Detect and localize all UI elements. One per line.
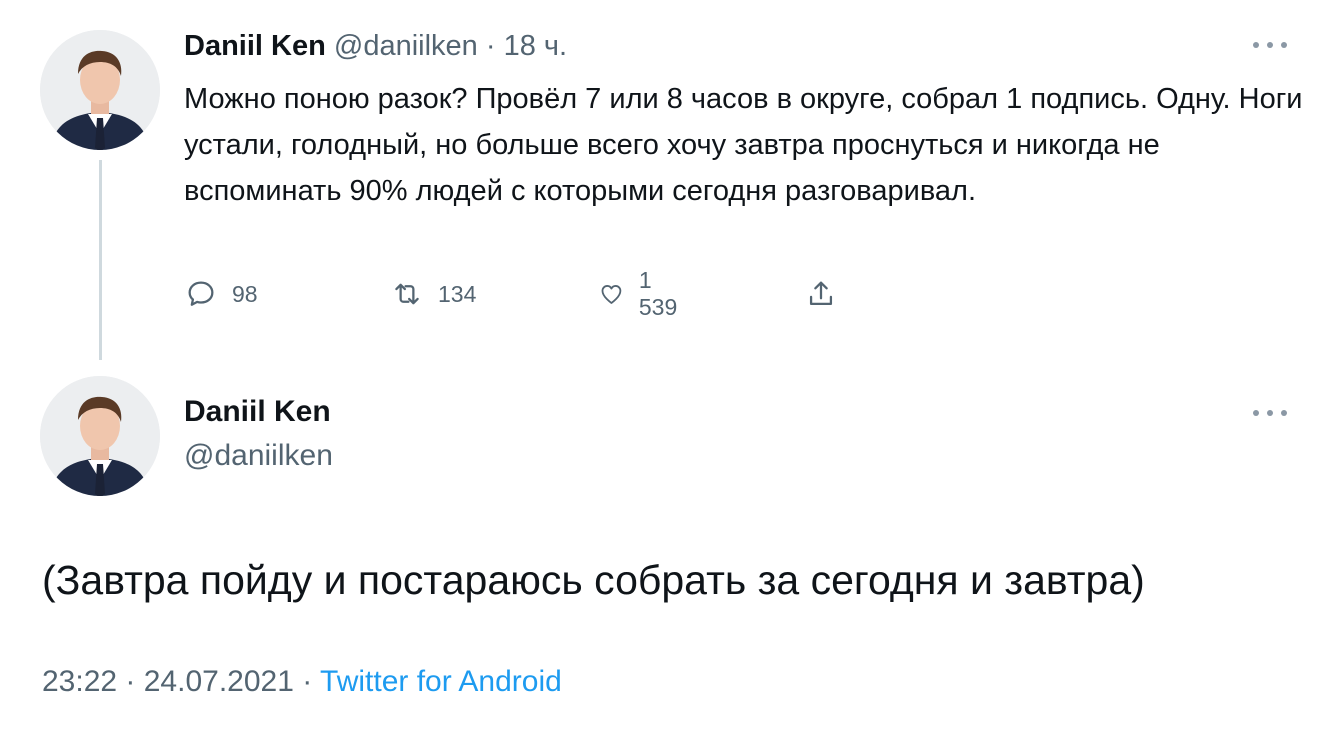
retweet-count: 134 (438, 280, 477, 307)
reply-button[interactable]: 98 (184, 274, 258, 314)
more-options-icon[interactable] (1253, 40, 1287, 50)
like-count: 1 539 (638, 267, 678, 320)
meta-separator: · (293, 665, 321, 698)
thread-connector-line (99, 160, 102, 360)
author-handle[interactable]: @daniilken (334, 30, 478, 62)
avatar[interactable] (40, 376, 160, 496)
avatar[interactable] (40, 30, 160, 150)
retweet-button[interactable]: 134 (390, 274, 476, 314)
avatar-photo (40, 376, 160, 496)
retweet-icon (395, 283, 419, 305)
tweet-time[interactable]: 23:22 (42, 665, 117, 698)
share-button[interactable] (804, 274, 838, 314)
author-name[interactable]: Daniil Ken (184, 392, 331, 432)
tweet-text: Можно поною разок? Провёл 7 или 8 часов … (184, 83, 1303, 207)
like-button[interactable]: 1 539 (598, 267, 684, 320)
avatar-photo (40, 30, 160, 150)
author-handle[interactable]: @daniilken (184, 436, 333, 476)
tweet-date[interactable]: 24.07.2021 (144, 665, 294, 698)
reply-count: 98 (232, 280, 258, 307)
tweet-metadata: 23:22 · 24.07.2021 · Twitter for Android (42, 662, 562, 702)
tweet-source-link[interactable]: Twitter for Android (320, 665, 562, 698)
more-options-icon[interactable] (1253, 408, 1287, 418)
meta-separator: · (117, 665, 144, 698)
tweet-text: (Завтра пойду и постараюсь собрать за се… (42, 557, 1145, 603)
heart-icon (601, 285, 622, 304)
tweet-time[interactable]: 18 ч. (504, 30, 567, 62)
tweet-header: Daniil Ken @daniilken · 18 ч. (184, 28, 567, 64)
author-name[interactable]: Daniil Ken (184, 30, 326, 62)
share-icon (809, 281, 833, 306)
reply-icon (188, 281, 214, 306)
meta-separator: · (477, 30, 504, 62)
